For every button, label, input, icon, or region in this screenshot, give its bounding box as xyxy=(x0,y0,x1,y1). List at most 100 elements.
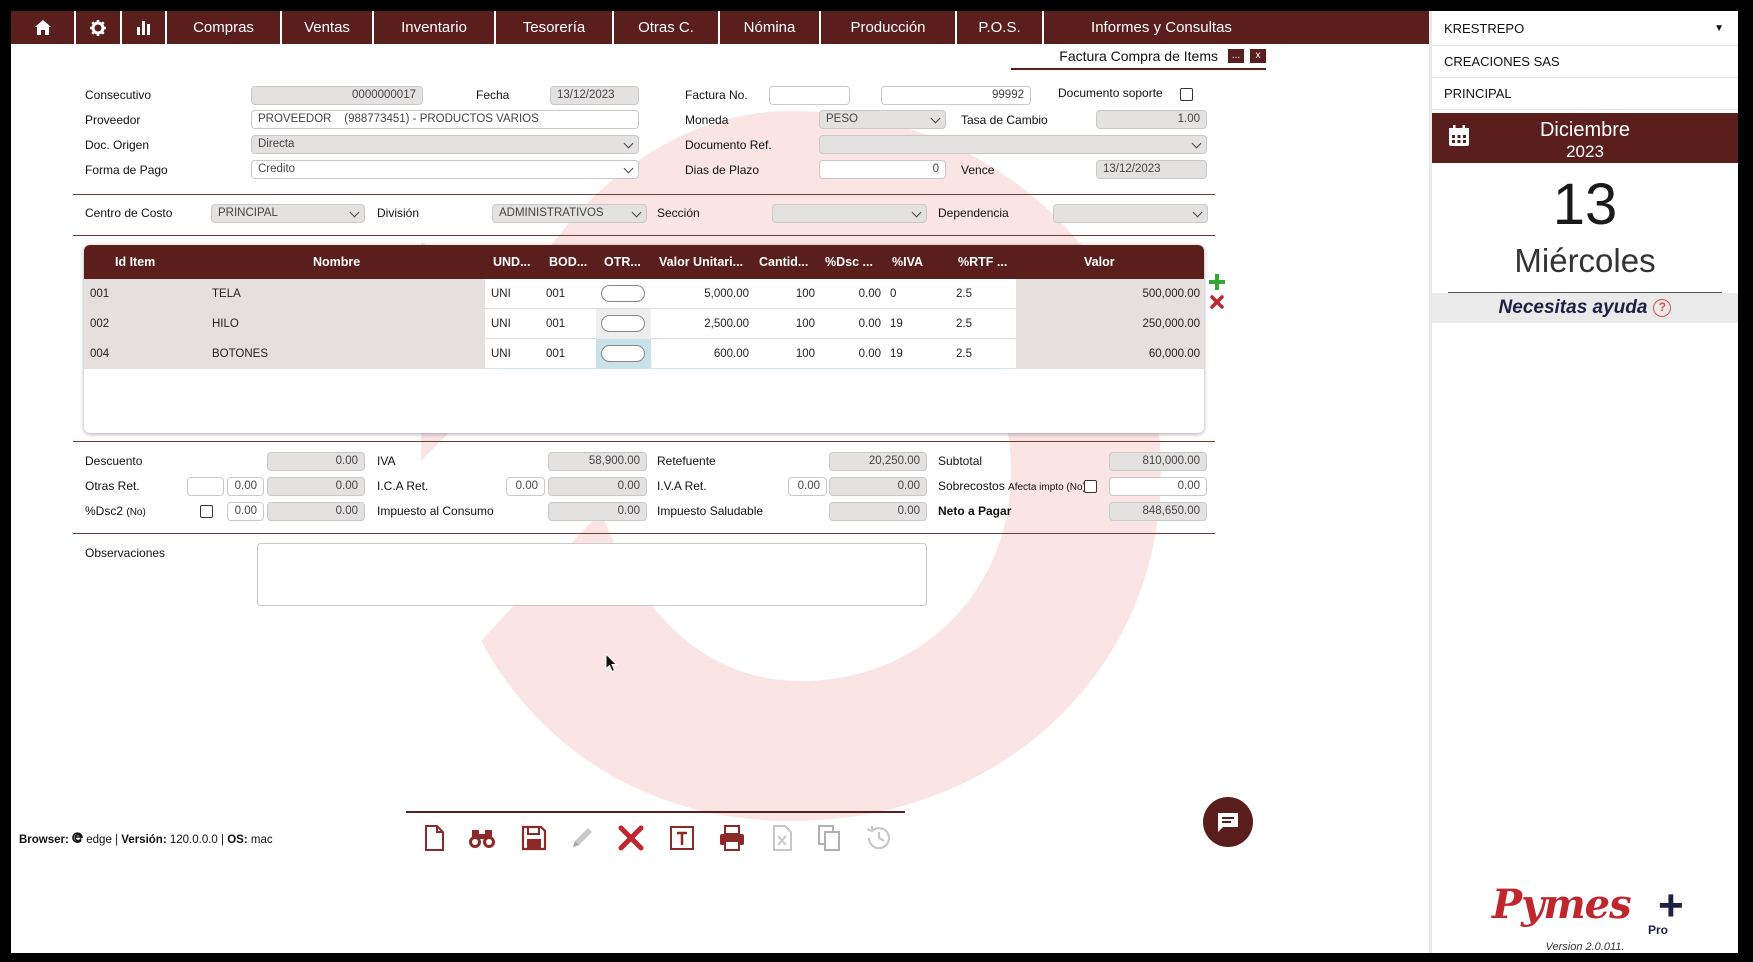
iva-ret-pct-field[interactable]: 0.00 xyxy=(788,477,827,496)
seccion-select[interactable] xyxy=(772,204,927,223)
col-cantidad[interactable]: Cantid... xyxy=(759,255,808,269)
cell-dsc[interactable]: 0.00 xyxy=(859,309,881,339)
home-button[interactable] xyxy=(11,11,76,44)
nav-compras[interactable]: Compras xyxy=(167,11,282,44)
delete-row-icon[interactable] xyxy=(1210,295,1224,309)
otras-ret-pct-field[interactable]: 0.00 xyxy=(227,477,264,496)
add-row-icon[interactable] xyxy=(1209,274,1225,290)
moneda-select[interactable]: PESO xyxy=(819,110,946,129)
cell-rtf[interactable]: 2.5 xyxy=(956,309,972,339)
cell-iva[interactable]: 19 xyxy=(890,309,903,339)
col-und[interactable]: UND... xyxy=(493,255,531,269)
cell-valor[interactable]: 250,000.00 xyxy=(1142,309,1200,339)
cell-nombre[interactable]: BOTONES xyxy=(212,339,268,369)
nav-pos[interactable]: P.O.S. xyxy=(957,11,1044,44)
retefuente-field[interactable]: 20,250.00 xyxy=(829,452,927,471)
observaciones-textarea[interactable] xyxy=(257,543,927,606)
consecutivo-field[interactable]: 0000000017 xyxy=(251,86,423,105)
edit-pencil-icon[interactable] xyxy=(567,823,597,853)
forma-pago-select[interactable]: Credito xyxy=(251,160,639,179)
tasa-field[interactable]: 1.00 xyxy=(1096,110,1207,129)
doc-origen-select[interactable]: Directa xyxy=(251,135,639,154)
otras-ret-field[interactable]: 0.00 xyxy=(267,477,365,496)
nav-informes[interactable]: Informes y Consultas xyxy=(1044,11,1279,44)
cell-und[interactable]: UNI xyxy=(491,309,511,339)
history-icon[interactable] xyxy=(864,823,894,853)
cell-valor-unitario[interactable]: 2,500.00 xyxy=(704,309,749,339)
nav-inventario[interactable]: Inventario xyxy=(374,11,496,44)
cell-rtf[interactable]: 2.5 xyxy=(956,339,972,369)
copy-icon[interactable] xyxy=(814,823,844,853)
nav-tesoreria[interactable]: Tesorería xyxy=(496,11,614,44)
dsc2-pct-field[interactable]: 0.00 xyxy=(227,502,264,521)
minimize-button[interactable]: ... xyxy=(1228,49,1244,63)
excel-export-icon[interactable] xyxy=(767,823,797,853)
col-otr[interactable]: OTR... xyxy=(604,255,641,269)
cell-cantidad[interactable]: 100 xyxy=(796,339,815,369)
table-row[interactable]: 001 TELA UNI 001 5,000.00 100 0.00 0 2.5… xyxy=(84,279,1204,309)
sobrecostos-field[interactable]: 0.00 xyxy=(1109,477,1207,496)
col-rtf[interactable]: %RTF ... xyxy=(958,255,1007,269)
cell-dsc[interactable]: 0.00 xyxy=(859,339,881,369)
proveedor-field[interactable]: PROVEEDOR (988773451) - PRODUCTOS VARIOS xyxy=(251,110,639,129)
factura-number-field[interactable]: 99992 xyxy=(881,86,1031,105)
doc-ref-select[interactable] xyxy=(819,135,1207,154)
help-link[interactable]: Necesitas ayuda? xyxy=(1432,293,1738,323)
col-id-item[interactable]: Id Item xyxy=(115,255,155,269)
cell-bod[interactable]: 001 xyxy=(546,309,565,339)
saludable-field[interactable]: 0.00 xyxy=(829,502,927,521)
dsc2-field[interactable]: 0.00 xyxy=(267,502,365,521)
table-row[interactable]: 002 HILO UNI 001 2,500.00 100 0.00 19 2.… xyxy=(84,309,1204,339)
cell-rtf[interactable]: 2.5 xyxy=(956,279,972,309)
iva-field[interactable]: 58,900.00 xyxy=(548,452,647,471)
search-binoculars-icon[interactable] xyxy=(467,823,497,853)
subtotal-field[interactable]: 810,000.00 xyxy=(1109,452,1207,471)
settings-button[interactable] xyxy=(76,11,122,44)
cell-id[interactable]: 004 xyxy=(90,339,109,369)
col-dsc[interactable]: %Dsc ... xyxy=(825,255,873,269)
fecha-field[interactable]: 13/12/2023 xyxy=(550,86,639,105)
neto-field[interactable]: 848,650.00 xyxy=(1109,502,1207,521)
dependencia-select[interactable] xyxy=(1053,204,1208,223)
consumo-field[interactable]: 0.00 xyxy=(548,502,647,521)
descuento-field[interactable]: 0.00 xyxy=(267,452,365,471)
centro-costo-select[interactable]: PRINCIPAL xyxy=(211,204,365,223)
cell-valor[interactable]: 60,000.00 xyxy=(1149,339,1200,369)
cell-nombre[interactable]: HILO xyxy=(212,309,239,339)
cell-valor[interactable]: 500,000.00 xyxy=(1142,279,1200,309)
doc-soporte-checkbox[interactable] xyxy=(1180,88,1193,101)
cell-cantidad[interactable]: 100 xyxy=(796,309,815,339)
print-icon[interactable] xyxy=(717,823,747,853)
cell-otr-toggle[interactable] xyxy=(601,315,645,332)
nav-nomina[interactable]: Nómina xyxy=(720,11,821,44)
cell-otr-toggle[interactable] xyxy=(601,285,645,302)
table-row[interactable]: 004 BOTONES UNI 001 600.00 100 0.00 19 2… xyxy=(84,339,1204,369)
cell-id[interactable]: 002 xyxy=(90,309,109,339)
sobrecostos-checkbox[interactable] xyxy=(1084,480,1097,493)
iva-ret-field[interactable]: 0.00 xyxy=(829,477,927,496)
dsc2-checkbox[interactable] xyxy=(200,505,213,518)
ica-ret-field[interactable]: 0.00 xyxy=(548,477,647,496)
cell-iva[interactable]: 0 xyxy=(890,279,896,309)
cell-id[interactable]: 001 xyxy=(90,279,109,309)
col-nombre[interactable]: Nombre xyxy=(313,255,360,269)
cell-valor-unitario[interactable]: 5,000.00 xyxy=(704,279,749,309)
nav-ventas[interactable]: Ventas xyxy=(282,11,374,44)
cell-nombre[interactable]: TELA xyxy=(212,279,241,309)
col-valor[interactable]: Valor xyxy=(1084,255,1115,269)
close-button[interactable]: x xyxy=(1250,49,1266,63)
ica-ret-pct-field[interactable]: 0.00 xyxy=(506,477,545,496)
cell-iva[interactable]: 19 xyxy=(890,339,903,369)
nav-produccion[interactable]: Producción xyxy=(821,11,957,44)
nav-otras-c[interactable]: Otras C. xyxy=(614,11,720,44)
cell-dsc[interactable]: 0.00 xyxy=(859,279,881,309)
cell-cantidad[interactable]: 100 xyxy=(796,279,815,309)
col-bod[interactable]: BOD... xyxy=(549,255,587,269)
new-document-icon[interactable] xyxy=(419,823,449,853)
delete-x-icon[interactable] xyxy=(616,823,646,853)
col-iva[interactable]: %IVA xyxy=(892,255,923,269)
division-select[interactable]: ADMINISTRATIVOS xyxy=(492,204,647,223)
cell-bod[interactable]: 001 xyxy=(546,279,565,309)
cell-und[interactable]: UNI xyxy=(491,339,511,369)
dashboard-button[interactable] xyxy=(122,11,167,44)
